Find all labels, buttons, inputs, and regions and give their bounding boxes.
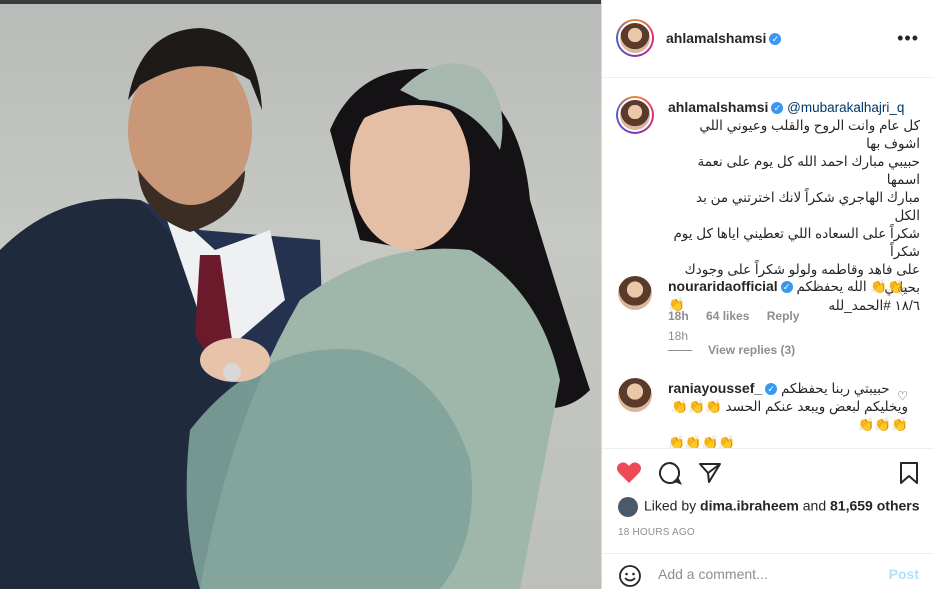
comment-username[interactable]: nouraridaofficial	[668, 278, 778, 294]
post-button[interactable]: Post	[889, 566, 919, 582]
caption-header: ahlamalshamsi ✓ @mubarakalhajri_q	[668, 98, 920, 117]
comment-like-icon[interactable]: ♡	[897, 285, 908, 299]
author-username[interactable]: ahlamalshamsi	[666, 30, 766, 46]
heart-icon[interactable]	[616, 461, 642, 485]
comment-icon[interactable]	[658, 461, 682, 485]
smile-icon[interactable]	[618, 564, 642, 588]
liked-by-prefix: Liked by	[644, 497, 697, 514]
verified-icon: ✓	[769, 32, 782, 45]
author-row: ahlamalshamsi ✓	[666, 30, 782, 48]
share-icon[interactable]	[698, 461, 722, 485]
add-comment-bar: Add a comment... Post	[602, 553, 934, 590]
comment-like-icon[interactable]: ♡	[897, 389, 908, 403]
caption-avatar[interactable]	[616, 96, 654, 134]
comment-text: حبيبتي ربنا يحفظكم	[780, 381, 890, 396]
comment-text: ويخليكم لبعض ويبعد عنكم الحسد 👏👏👏👏👏👏	[671, 399, 908, 432]
post-header: ahlamalshamsi ✓ •••	[602, 0, 934, 78]
author-avatar[interactable]	[616, 19, 654, 57]
verified-icon: ✓	[780, 281, 793, 294]
comment-input[interactable]: Add a comment...	[658, 566, 768, 582]
view-replies[interactable]: View replies (3)	[668, 343, 795, 357]
post-sidebar: ahlamalshamsi ✓ ••• ahlamalshamsi ✓ @mubar…	[601, 0, 934, 589]
comment-username[interactable]: raniayoussef_	[668, 380, 762, 396]
post-photo[interactable]	[0, 0, 601, 589]
liked-by-others[interactable]: 81,659 others	[830, 498, 920, 514]
caption-line-3: مبارك الهاجري شكراً لانك اخترتني من بد ا…	[696, 190, 920, 223]
post-actions: Liked by dima.ibraheem and 81,659 others…	[602, 448, 934, 589]
comment-2: raniayoussef_ ✓ حبيبتي ربنا يحفظكم ويخليك…	[668, 379, 908, 452]
caption-line-1: كل عام وانت الروح والقلب وعيوني اللي اشو…	[699, 118, 920, 151]
comment-age: 18h	[668, 309, 689, 323]
liker-avatar[interactable]	[618, 497, 638, 517]
caption-line-2: حبيبي مبارك احمد الله كل يوم على نعمة اس…	[697, 154, 920, 187]
bookmark-icon[interactable]	[898, 461, 920, 485]
comment-avatar[interactable]	[618, 378, 652, 412]
more-icon[interactable]: •••	[897, 28, 919, 49]
post-timestamp[interactable]: 18 HOURS AGO	[618, 527, 695, 538]
instagram-post: ahlamalshamsi ✓ ••• ahlamalshamsi ✓ @mubar…	[0, 0, 934, 589]
photo-illustration	[0, 28, 590, 589]
liked-by-and: and	[802, 497, 827, 514]
liked-by: Liked by dima.ibraheem and 81,659 others	[618, 497, 920, 517]
caption-mention[interactable]: @mubarakalhajri_q	[787, 100, 904, 115]
verified-icon: ✓	[765, 383, 778, 396]
comment-avatar[interactable]	[618, 276, 652, 310]
comment-likes[interactable]: 64 likes	[706, 309, 749, 323]
caption-line-4: شكراً على السعاده اللي تعطيني اياها كل ي…	[673, 226, 920, 259]
top-edge-bar	[0, 0, 601, 4]
liked-by-user[interactable]: dima.ibraheem	[700, 498, 799, 514]
comment-meta: 18h 64 likes Reply	[668, 309, 813, 323]
comment-reply[interactable]: Reply	[767, 309, 800, 323]
caption-username[interactable]: ahlamalshamsi	[668, 99, 768, 115]
verified-icon: ✓	[771, 102, 784, 115]
